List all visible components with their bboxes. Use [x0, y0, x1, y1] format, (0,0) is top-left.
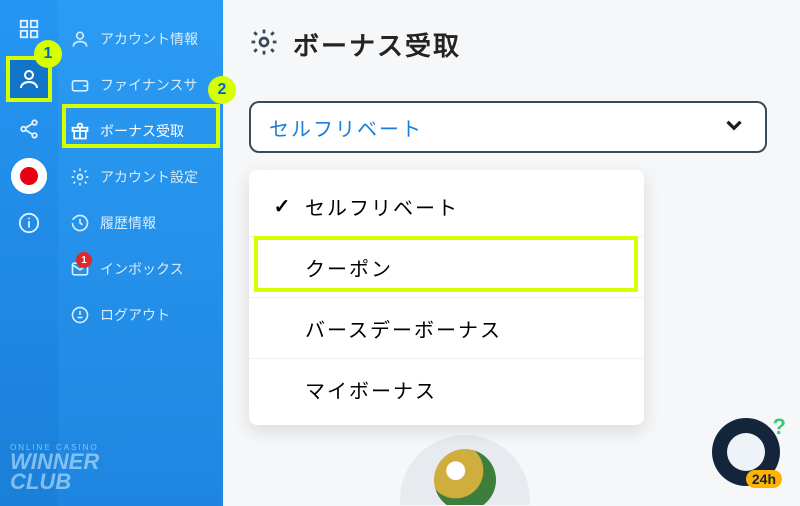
rail-language-jp[interactable] [11, 158, 47, 194]
option-birthday-bonus[interactable]: バースデーボーナス [249, 298, 644, 358]
wallet-icon [70, 75, 90, 95]
logo-line2: CLUB [10, 472, 200, 492]
icon-rail [0, 0, 58, 506]
menu-logout[interactable]: ログアウト [58, 292, 223, 338]
inbox-badge: 1 [76, 252, 92, 268]
rail-share[interactable] [8, 108, 50, 150]
menu-account-info[interactable]: アカウント情報 [58, 16, 223, 62]
account-submenu: アカウント情報 ファイナンスサ ボーナス受取 アカウント設定 履歴情報 1 イン… [58, 0, 223, 506]
page-title: ボーナス受取 [293, 26, 461, 63]
option-label: クーポン [305, 253, 622, 282]
menu-inbox[interactable]: 1 インボックス [58, 246, 223, 292]
menu-label: ボーナス受取 [100, 121, 184, 141]
gear-icon [249, 27, 279, 62]
user-icon [17, 67, 41, 91]
option-label: マイボーナス [305, 375, 622, 404]
gift-icon [70, 121, 90, 141]
bonus-type-dropdown: ✓ セルフリベート クーポン バースデーボーナス マイボーナス [249, 170, 644, 425]
menu-label: ファイナンスサ [100, 75, 197, 95]
info-icon [18, 212, 40, 234]
rail-info[interactable] [8, 202, 50, 244]
menu-label: アカウント設定 [100, 167, 198, 187]
support-chat-button[interactable]: ? 24h [712, 418, 780, 486]
user-icon [70, 29, 90, 49]
select-value: セルフリベート [269, 113, 423, 142]
menu-account-settings[interactable]: アカウント設定 [58, 154, 223, 200]
menu-label: アカウント情報 [100, 29, 198, 49]
annotation-number-2: 2 [208, 76, 236, 104]
menu-history[interactable]: 履歴情報 [58, 200, 223, 246]
option-coupon[interactable]: クーポン [249, 237, 644, 297]
question-icon: ? [773, 414, 786, 440]
bonus-type-select[interactable]: セルフリベート [249, 101, 767, 153]
chevron-down-icon [721, 112, 747, 143]
menu-bonus-receive[interactable]: ボーナス受取 [58, 108, 223, 154]
gear-icon [70, 167, 90, 187]
menu-label: 履歴情報 [100, 213, 156, 233]
check-icon: ✓ [271, 194, 293, 219]
share-icon [18, 118, 40, 140]
menu-label: インボックス [100, 259, 184, 279]
menu-finance[interactable]: ファイナンスサ [58, 62, 223, 108]
option-label: バースデーボーナス [305, 314, 622, 343]
menu-label: ログアウト [100, 305, 170, 325]
site-logo: ONLINE CASINO WINNER CLUB [10, 443, 200, 492]
page-title-row: ボーナス受取 [249, 26, 770, 63]
grid-icon [18, 18, 40, 40]
option-self-rebate[interactable]: ✓ セルフリベート [249, 176, 644, 236]
history-icon [70, 213, 90, 233]
logout-icon [70, 305, 90, 325]
support-hours-badge: 24h [746, 470, 782, 488]
annotation-number-1: 1 [34, 40, 62, 68]
option-label: セルフリベート [305, 192, 622, 221]
japan-flag-icon [11, 158, 47, 194]
option-my-bonus[interactable]: マイボーナス [249, 359, 644, 419]
support-avatar-icon [727, 433, 765, 471]
